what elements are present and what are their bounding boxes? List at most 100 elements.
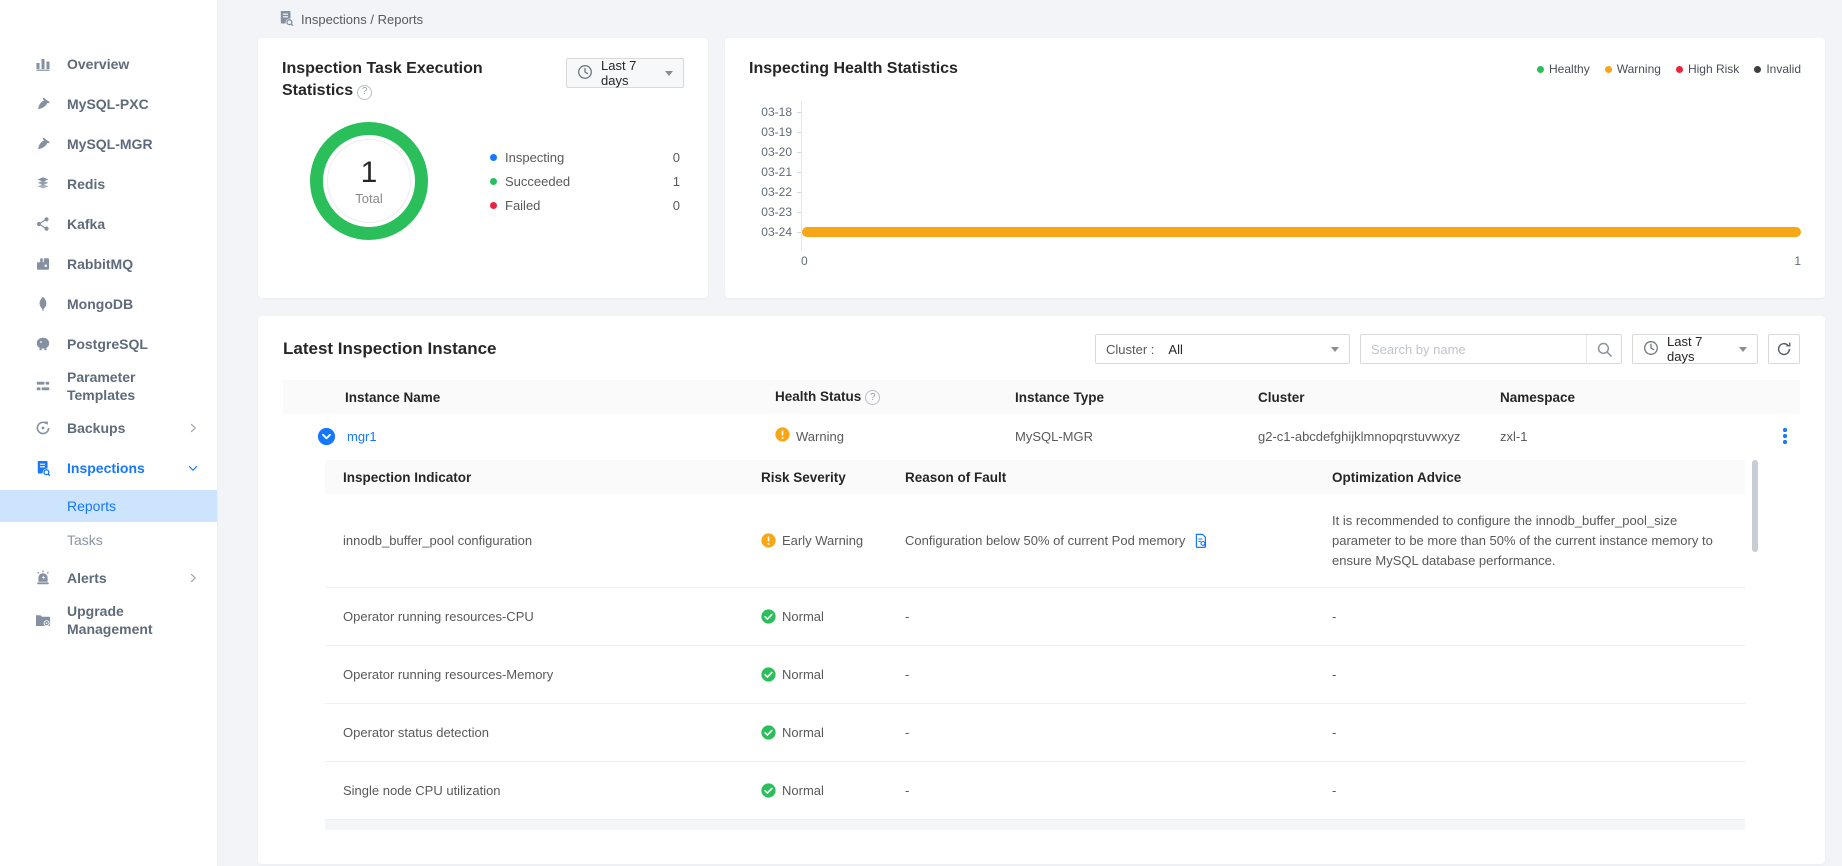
- cluster-select[interactable]: Cluster :All: [1095, 334, 1350, 364]
- sidebar-item-label: Upgrade Management: [67, 602, 199, 638]
- sidebar-item-overview[interactable]: Overview: [0, 44, 217, 84]
- instance-table-header: Instance Name Health Status? Instance Ty…: [283, 380, 1800, 414]
- instance-name-link[interactable]: mgr1: [347, 429, 377, 444]
- col-instance-name: Instance Name: [283, 390, 775, 405]
- namespace-value: zxl-1: [1500, 429, 1770, 444]
- reason-cell: -: [905, 609, 1332, 624]
- sidebar-item-label: Inspections: [67, 459, 145, 477]
- sidebar-item-inspections[interactable]: Inspections: [0, 448, 217, 488]
- view-report-doc-icon[interactable]: [1193, 533, 1209, 549]
- bar-warning: [802, 227, 1801, 237]
- latest-inspection-title: Latest Inspection Instance: [283, 339, 497, 359]
- sidebar-item-mysql-pxc[interactable]: MySQL-PXC: [0, 84, 217, 124]
- search-icon[interactable]: [1587, 341, 1621, 358]
- check-circle-icon: [761, 725, 776, 740]
- health-status-text: Warning: [796, 429, 844, 444]
- legend-item-high-risk[interactable]: High Risk: [1676, 62, 1739, 76]
- donut-total-label: Total: [355, 191, 382, 206]
- sidebar-item-mysql-mgr[interactable]: MySQL-MGR: [0, 124, 217, 164]
- help-icon[interactable]: ?: [357, 85, 372, 100]
- sidebar-item-label: Redis: [67, 175, 105, 193]
- filters-bar: Cluster :All Last 7 days: [1095, 334, 1800, 364]
- severity-cell: Normal: [761, 609, 905, 624]
- detail-scrollbar[interactable]: [1752, 394, 1758, 764]
- sidebar-item-label: Backups: [67, 419, 125, 437]
- health-bar-chart: 03-1803-1903-2003-2103-2203-2303-24 0 1: [749, 102, 1801, 268]
- caret-down-icon: [1331, 347, 1339, 352]
- sidebar-item-label: PostgreSQL: [67, 335, 148, 353]
- breadcrumb[interactable]: Inspections / Reports: [258, 0, 1825, 38]
- legend-item-invalid[interactable]: Invalid: [1754, 62, 1801, 76]
- inspection-doc-icon: [34, 460, 51, 477]
- sidebar-item-redis[interactable]: Redis: [0, 164, 217, 204]
- y-axis-label: 03-19: [749, 122, 801, 142]
- sidebar-item-tasks[interactable]: Tasks: [0, 524, 217, 556]
- legend-value: 0: [673, 150, 680, 165]
- indicator-cell: Operator running resources-CPU: [325, 609, 761, 624]
- dolphin-icon: [34, 136, 51, 153]
- col-namespace: Namespace: [1500, 390, 1770, 405]
- instance-type-value: MySQL-MGR: [1015, 429, 1258, 444]
- breadcrumb-text: Inspections / Reports: [301, 12, 423, 27]
- sidebar-item-label: MySQL-PXC: [67, 95, 149, 113]
- reason-cell: -: [905, 667, 1332, 682]
- legend-label: Warning: [1617, 62, 1661, 76]
- health-stats-card: Inspecting Health Statistics HealthyWarn…: [725, 38, 1825, 298]
- reason-cell: Configuration below 50% of current Pod m…: [905, 533, 1332, 549]
- sidebar-item-rabbitmq[interactable]: RabbitMQ: [0, 244, 217, 284]
- sidebar-item-label: Alerts: [67, 569, 107, 587]
- help-icon[interactable]: ?: [865, 390, 880, 405]
- search-box: [1360, 334, 1622, 364]
- y-axis-label: 03-22: [749, 182, 801, 202]
- legend-label: Invalid: [1766, 62, 1801, 76]
- reason-cell: -: [905, 725, 1332, 740]
- sidebar-item-mongodb[interactable]: MongoDB: [0, 284, 217, 324]
- reason-text: -: [905, 783, 909, 798]
- chevron-down-icon: [187, 462, 199, 474]
- instance-row[interactable]: mgr1 Warning MySQL-MGR g2-c1-abcdefghijk…: [283, 414, 1800, 458]
- chart-lane-03-20: [802, 142, 1801, 162]
- time-range-select[interactable]: Last 7 days: [566, 58, 684, 88]
- cluster-select-value: All: [1168, 342, 1182, 357]
- sidebar-item-reports[interactable]: Reports: [0, 490, 217, 522]
- sidebar-item-postgresql[interactable]: PostgreSQL: [0, 324, 217, 364]
- row-actions-menu[interactable]: [1770, 428, 1800, 444]
- sidebar-item-backups[interactable]: Backups: [0, 408, 217, 448]
- indicator-cell: innodb_buffer_pool configuration: [325, 533, 761, 548]
- sidebar-item-label: Kafka: [67, 215, 105, 233]
- indicator-cell: Operator running resources-Memory: [325, 667, 761, 682]
- legend-dot-icon: [490, 154, 497, 161]
- legend-label: High Risk: [1688, 62, 1739, 76]
- main-content: Inspections / Reports Inspection Task Ex…: [218, 0, 1842, 866]
- legend-item-healthy[interactable]: Healthy: [1537, 62, 1590, 76]
- y-axis-label: 03-21: [749, 162, 801, 182]
- refresh-button[interactable]: [1768, 334, 1800, 364]
- sidebar-item-parameter-templates[interactable]: Parameter Templates: [0, 364, 217, 408]
- warning-circle-icon: [761, 533, 776, 548]
- time-range-select[interactable]: Last 7 days: [1632, 334, 1758, 364]
- legend-item-inspecting[interactable]: Inspecting0: [490, 150, 680, 165]
- sidebar-item-upgrade-management[interactable]: Upgrade Management: [0, 598, 217, 642]
- severity-text: Normal: [782, 783, 824, 798]
- collapse-row-icon[interactable]: [318, 428, 335, 445]
- col-cluster: Cluster: [1258, 390, 1500, 405]
- legend-item-warning[interactable]: Warning: [1605, 62, 1661, 76]
- sidebar-item-label: RabbitMQ: [67, 255, 133, 273]
- legend-item-failed[interactable]: Failed0: [490, 198, 680, 213]
- cluster-value: g2-c1-abcdefghijklmnopqrstuvwxyz: [1258, 429, 1500, 444]
- search-input[interactable]: [1361, 342, 1586, 357]
- x-axis-tick-max: 1: [1794, 254, 1801, 268]
- sidebar-item-kafka[interactable]: Kafka: [0, 204, 217, 244]
- sidebar-item-label: MySQL-MGR: [67, 135, 153, 153]
- legend-dot-icon: [1676, 66, 1683, 73]
- legend-dot-icon: [1754, 66, 1761, 73]
- chevron-right-icon: [187, 422, 199, 434]
- health-legend: Healthy Warning High Risk Invalid: [1537, 62, 1801, 76]
- indicator-cell: Operator status detection: [325, 725, 761, 740]
- scrollbar-thumb[interactable]: [1752, 460, 1758, 552]
- legend-label: Succeeded: [505, 174, 570, 189]
- sidebar-item-alerts[interactable]: Alerts: [0, 558, 217, 598]
- chart-lane-03-23: [802, 202, 1801, 222]
- reason-text: -: [905, 609, 909, 624]
- legend-item-succeeded[interactable]: Succeeded1: [490, 174, 680, 189]
